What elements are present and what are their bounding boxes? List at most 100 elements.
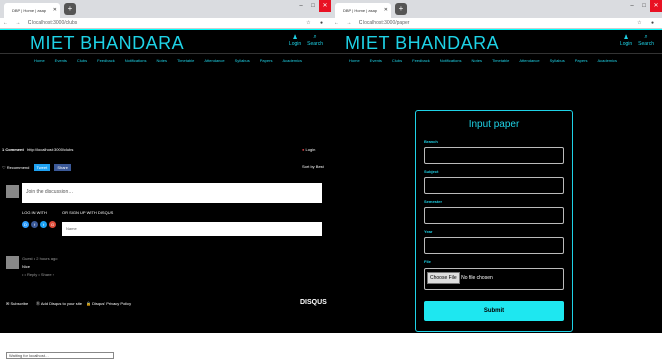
share-button[interactable]: Share	[54, 164, 71, 171]
window-controls: – □ ✕	[626, 0, 662, 12]
browser-tab[interactable]: DBP | Home | asap ✕	[4, 3, 60, 18]
semester-label: Semester	[424, 199, 443, 204]
menu-item[interactable]: Papers	[260, 58, 273, 63]
comment-input[interactable]: Join the discussion…	[22, 183, 322, 203]
comment-meta: Guest • 2 hours ago	[22, 256, 58, 261]
menu-item[interactable]: Academics	[597, 58, 617, 63]
year-label: Year	[424, 229, 433, 234]
close-window-icon[interactable]: ✕	[319, 0, 331, 12]
address-bar[interactable]: ← → C localhost:3000/paper ☆ ●	[331, 18, 662, 29]
browser-tab[interactable]: DBP | Home | asap ✕	[335, 3, 391, 18]
menu-item[interactable]: Notes	[472, 58, 482, 63]
footer-privacy[interactable]: 🔒 Disqus' Privacy Policy	[86, 301, 131, 306]
user-icon: ♟	[623, 35, 629, 41]
menu-item[interactable]: Events	[55, 58, 67, 63]
disqus-icon[interactable]: D	[22, 221, 29, 228]
facebook-icon[interactable]: f	[31, 221, 38, 228]
menu-item[interactable]: Feedback	[412, 58, 430, 63]
year-input[interactable]	[424, 237, 564, 254]
submit-button[interactable]: Submit	[424, 301, 564, 321]
site-brand[interactable]: MIET BHANDARA	[345, 33, 499, 54]
google-icon[interactable]: G	[49, 221, 56, 228]
menu-item[interactable]: Timetable	[492, 58, 509, 63]
footer-add[interactable]: Ⓓ Add Disqus to your site	[36, 301, 82, 307]
search-icon: ⌕	[644, 34, 648, 40]
address-bar[interactable]: ← → C localhost:3000/clubs ☆ ●	[0, 18, 331, 29]
menu-item[interactable]: Notifications	[440, 58, 462, 63]
menu-item[interactable]: Notes	[157, 58, 167, 63]
new-tab-button[interactable]: +	[395, 3, 407, 15]
browser-window-paper: DBP | Home | asap ✕ + – □ ✕ ← → C localho…	[331, 0, 662, 333]
branch-input[interactable]	[424, 147, 564, 164]
menu-item[interactable]: Syllabus	[235, 58, 250, 63]
twitter-icon[interactable]: t	[40, 221, 47, 228]
extension-icons[interactable]: ☆ ●	[637, 20, 658, 26]
login-with-label: LOG IN WITH	[22, 210, 47, 215]
branch-label: Branch	[424, 139, 438, 144]
disqus-thread: 1 Comment http://localhost:3000/clubs ● …	[0, 144, 331, 314]
disqus-login[interactable]: ● Login	[302, 147, 315, 152]
name-input[interactable]: Name	[62, 222, 322, 236]
tweet-button[interactable]: Tweet	[33, 164, 51, 171]
search-link[interactable]: ⌕ Search	[307, 34, 323, 47]
recommend-button[interactable]: ♡ Recommend	[2, 165, 29, 170]
menu-item[interactable]: Home	[349, 58, 360, 63]
menu-item[interactable]: Attendance	[204, 58, 224, 63]
search-icon: ⌕	[313, 34, 317, 40]
minimize-icon[interactable]: –	[626, 0, 638, 12]
site-header: MIET BHANDARA ♟ Login ⌕ Search	[0, 29, 331, 54]
menu-item[interactable]: Clubs	[392, 58, 402, 63]
comment-actions[interactable]: • • Reply • Share ›	[22, 272, 54, 277]
nav-arrows-icon[interactable]: ← → C	[3, 20, 34, 26]
maximize-icon[interactable]: □	[638, 0, 650, 12]
menu-item[interactable]: Syllabus	[550, 58, 565, 63]
search-label: Search	[638, 41, 654, 47]
search-label: Search	[307, 41, 323, 47]
status-bar: Waiting for localhost…	[6, 352, 114, 359]
menu-item[interactable]: Timetable	[177, 58, 194, 63]
tab-title: DBP | Home | asap	[12, 8, 47, 13]
footer-subscribe[interactable]: ✉ Subscribe	[6, 301, 28, 306]
header-links: ♟ Login ⌕ Search	[289, 34, 323, 47]
user-icon: ♟	[292, 35, 298, 41]
new-tab-button[interactable]: +	[64, 3, 76, 15]
menu-item[interactable]: Notifications	[125, 58, 147, 63]
semester-input[interactable]	[424, 207, 564, 224]
file-input[interactable]: Choose File No file chosen	[424, 268, 564, 290]
menu-item[interactable]: Papers	[575, 58, 588, 63]
menu-item[interactable]: Clubs	[77, 58, 87, 63]
menu-item[interactable]: Feedback	[97, 58, 115, 63]
tab-strip: DBP | Home | asap ✕ + – □ ✕	[331, 0, 662, 18]
nav-arrows-icon[interactable]: ← → C	[334, 20, 365, 26]
disqus-logo[interactable]: DISQUS	[300, 299, 327, 306]
close-tab-icon[interactable]: ✕	[384, 7, 388, 13]
menu-item[interactable]: Attendance	[519, 58, 539, 63]
close-tab-icon[interactable]: ✕	[53, 7, 57, 13]
menu-item[interactable]: Home	[34, 58, 45, 63]
menu-item[interactable]: Events	[370, 58, 382, 63]
site-link[interactable]: http://localhost:3000/clubs	[27, 147, 73, 152]
maximize-icon[interactable]: □	[307, 0, 319, 12]
tab-title: DBP | Home | asap	[343, 8, 378, 13]
close-window-icon[interactable]: ✕	[650, 0, 662, 12]
subject-input[interactable]	[424, 177, 564, 194]
sort-dropdown[interactable]: Sort by Best	[302, 164, 324, 169]
menu-item[interactable]: Academics	[282, 58, 302, 63]
extension-icons[interactable]: ☆ ●	[306, 20, 327, 26]
subscribe-label: Subscribe	[10, 301, 29, 306]
url-text[interactable]: localhost:3000/clubs	[32, 20, 77, 26]
login-link[interactable]: ♟ Login	[289, 34, 301, 47]
comment-text: Nice	[22, 264, 31, 269]
comment-count: 1 Comment	[2, 147, 24, 152]
search-link[interactable]: ⌕ Search	[638, 34, 654, 47]
login-label: Login	[288, 41, 302, 47]
url-text[interactable]: localhost:3000/paper	[363, 20, 409, 26]
choose-file-button[interactable]: Choose File	[427, 272, 460, 284]
file-label: File	[424, 259, 431, 264]
login-link[interactable]: ♟ Login	[620, 34, 632, 47]
site-brand[interactable]: MIET BHANDARA	[30, 33, 184, 54]
recommend-label: Recommend	[6, 165, 30, 170]
header-links: ♟ Login ⌕ Search	[620, 34, 654, 47]
minimize-icon[interactable]: –	[295, 0, 307, 12]
privacy-label: Disqus' Privacy Policy	[92, 301, 132, 306]
